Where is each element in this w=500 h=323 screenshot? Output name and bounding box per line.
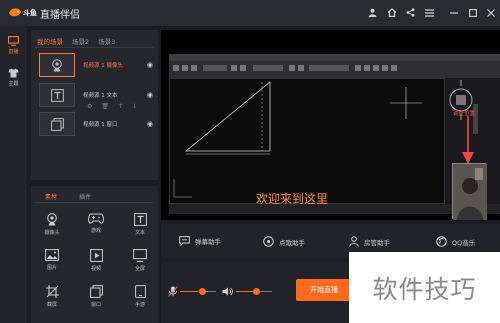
webcam-icon — [47, 213, 57, 226]
assistant-label: 弹幕助手 — [195, 238, 221, 246]
maximize-icon[interactable] — [466, 6, 479, 19]
preview-cad-canvas — [169, 78, 445, 204]
assistant-label: QQ音乐 — [452, 238, 476, 247]
material-image[interactable]: 图片 — [37, 249, 67, 275]
text-icon — [133, 213, 147, 226]
rail-label-theme: 主题 — [8, 80, 19, 87]
person-icon — [349, 236, 359, 247]
source-thumb — [39, 83, 75, 107]
source-thumb — [39, 53, 75, 77]
preview-cad-toolbar — [169, 61, 500, 78]
material-label: 视频 — [90, 266, 101, 272]
webcam-icon — [52, 58, 62, 71]
eye-icon[interactable]: ◉ — [147, 91, 153, 99]
title-bar: 斗鱼 直播伴侣 — [0, 0, 500, 26]
eye-icon[interactable]: ◉ — [147, 61, 153, 69]
room-admin-assistant-button[interactable]: 房管助手 — [349, 236, 390, 247]
left-rail: 直播 主题 — [0, 26, 27, 323]
speaker-volume-slider[interactable] — [236, 288, 272, 295]
materials-panel: 素材 插件 摄像头 游戏 文本 图片 视频 全屏 截屏 窗口 手游 — [31, 186, 158, 323]
app-logo: 斗鱼 — [8, 5, 38, 20]
material-mobile-game[interactable]: 手游 — [125, 285, 155, 311]
cad-drawing — [173, 81, 422, 198]
material-label: 游戏 — [90, 228, 101, 234]
shirt-icon — [8, 68, 19, 77]
preview-cad-menubar — [169, 54, 500, 61]
app-title: 直播伴侣 — [40, 10, 80, 21]
video-icon — [89, 249, 103, 262]
microphone-muted-icon[interactable] — [168, 286, 178, 297]
speaker-volume-knob[interactable] — [253, 288, 260, 295]
material-label: 全屏 — [134, 266, 145, 272]
source-thumb — [39, 112, 75, 136]
camera-overlay[interactable] — [452, 163, 487, 220]
crop-icon — [45, 285, 59, 298]
tablet-icon — [134, 285, 146, 298]
material-screenshot[interactable]: 截屏 — [37, 285, 67, 311]
home-icon[interactable] — [385, 6, 398, 19]
qq-music-button[interactable]: QQ音乐 — [436, 236, 475, 247]
materials-divider — [35, 202, 153, 203]
arrow-down-icon — [462, 116, 474, 164]
douyu-fish-icon — [9, 8, 21, 17]
music-icon — [436, 236, 447, 247]
stream-preview[interactable]: 欢迎来到这里 调整位置 — [161, 30, 500, 220]
chat-icon — [179, 236, 190, 246]
camera-feed — [453, 164, 487, 220]
window-icon — [89, 285, 103, 298]
source-name: 视频源 1 窗口 — [83, 122, 118, 128]
user-icon[interactable] — [366, 6, 379, 19]
eye-icon[interactable]: ◉ — [147, 120, 153, 128]
material-label: 摄像头 — [44, 230, 60, 236]
rail-item-live[interactable]: 直播 — [0, 30, 27, 60]
close-icon[interactable] — [484, 6, 497, 19]
source-item-webcam[interactable]: 视频源 1 摄像头 ◉ — [39, 53, 153, 77]
window-icon — [50, 117, 64, 131]
preview-cad-statusbar — [169, 204, 500, 214]
material-label: 窗口 — [90, 302, 101, 308]
image-icon — [45, 249, 59, 261]
rail-label-live: 直播 — [8, 48, 19, 55]
start-live-button[interactable]: 开始直播 — [296, 279, 352, 301]
source-name: 视频源 1 文本 — [83, 93, 118, 99]
text-icon — [50, 88, 64, 102]
material-game[interactable]: 游戏 — [81, 213, 111, 239]
tab-divider — [35, 47, 153, 48]
mic-volume-knob[interactable] — [199, 288, 206, 295]
assistant-label: 房管助手 — [364, 238, 390, 247]
minimize-icon[interactable] — [447, 6, 460, 19]
assistant-label: 点歌助手 — [279, 238, 305, 247]
source-name: 视频源 1 摄像头 — [83, 63, 123, 69]
watermark: 软件技巧 — [349, 252, 500, 323]
toolbar-glyphs — [173, 65, 397, 71]
monitor-icon — [8, 35, 19, 46]
material-fullscreen[interactable]: 全屏 — [125, 249, 155, 275]
material-label: 文本 — [134, 230, 145, 236]
gamepad-icon — [88, 213, 104, 224]
material-label: 图片 — [46, 265, 57, 271]
material-text[interactable]: 文本 — [125, 213, 155, 239]
material-window[interactable]: 窗口 — [81, 285, 111, 311]
mic-volume-slider[interactable] — [180, 288, 216, 295]
share-icon[interactable] — [404, 6, 417, 19]
scene-panel: 我的场景 场景2 场景3 视频源 1 摄像头 ◉ ⚙ 🗑 ↑ ↓ 视频源 1 文… — [31, 30, 158, 180]
logo-text: 斗鱼 — [23, 8, 37, 17]
song-request-assistant-button[interactable]: 点歌助手 — [263, 236, 305, 247]
material-label: 手游 — [134, 302, 145, 308]
rail-item-theme[interactable]: 主题 — [0, 62, 27, 92]
welcome-text: 欢迎来到这里 — [256, 192, 329, 206]
fullscreen-icon — [133, 249, 147, 262]
material-label: 截屏 — [46, 302, 57, 308]
danmaku-assistant-button[interactable]: 弹幕助手 — [179, 236, 221, 246]
disc-icon — [263, 236, 274, 247]
source-item-text[interactable]: 视频源 1 文本 ◉ — [39, 83, 153, 107]
source-item-window[interactable]: 视频源 1 窗口 ◉ — [39, 112, 153, 136]
material-webcam[interactable]: 摄像头 — [37, 213, 67, 239]
material-video[interactable]: 视频 — [81, 249, 111, 275]
menu-icon[interactable] — [423, 6, 436, 19]
speaker-icon[interactable] — [222, 287, 233, 296]
